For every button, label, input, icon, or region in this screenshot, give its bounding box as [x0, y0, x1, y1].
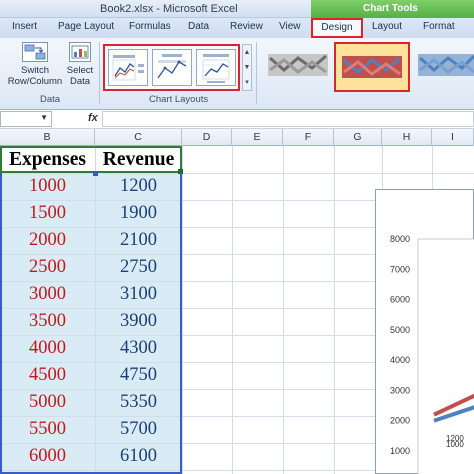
chart-style-3[interactable]: [414, 44, 474, 90]
group-separator: [99, 42, 100, 104]
data-label: 1000: [446, 440, 464, 449]
more-icon[interactable]: ▾: [243, 75, 251, 90]
scroll-down-icon[interactable]: ▼: [243, 60, 251, 75]
switch-label-1: Switch: [21, 65, 49, 76]
select-data-icon: [69, 42, 91, 62]
select-data-button[interactable]: Select Data: [64, 42, 96, 87]
column-header-i[interactable]: I: [432, 129, 474, 146]
y-tick-label: 2000: [390, 416, 410, 426]
gridline: [283, 146, 284, 474]
embedded-line-chart[interactable]: 8000 7000 6000 5000 4000 3000 2000 1000 1200 1000: [375, 189, 474, 474]
layouts-scroller[interactable]: ▲ ▼ ▾: [242, 44, 252, 91]
switch-row-column-icon: [22, 42, 48, 62]
tab-data[interactable]: Data: [188, 21, 209, 32]
tab-formulas[interactable]: Formulas: [129, 21, 171, 32]
y-tick-label: 3000: [390, 385, 410, 395]
title-bar: Book2.xlsx - Microsoft Excel Chart Tools: [0, 0, 474, 18]
ribbon: Switch Row/Column Select Data Data ▲ ▼ ▾…: [0, 38, 474, 110]
name-box[interactable]: ▼: [0, 111, 52, 127]
tab-insert[interactable]: Insert: [12, 21, 37, 32]
chart-tools-band: Chart Tools: [311, 0, 474, 18]
scroll-up-icon[interactable]: ▲: [243, 45, 251, 60]
header-selection-outline: [0, 146, 182, 173]
switch-row-column-button[interactable]: Switch Row/Column: [6, 42, 64, 87]
column-header-h[interactable]: H: [382, 129, 432, 146]
tab-design[interactable]: Design: [311, 18, 363, 38]
select-label-2: Data: [69, 76, 91, 87]
chart-layout-3[interactable]: [196, 49, 236, 86]
chart-canvas: 8000700060005000400030002000100012001000: [390, 234, 474, 474]
column-header-d[interactable]: D: [182, 129, 232, 146]
tab-format[interactable]: Format: [423, 21, 455, 32]
y-tick-label: 7000: [390, 264, 410, 274]
name-box-dropdown-icon[interactable]: ▼: [40, 113, 48, 122]
tab-page-layout[interactable]: Page Layout: [58, 21, 114, 32]
y-tick-label: 8000: [390, 234, 410, 244]
tab-view[interactable]: View: [279, 21, 301, 32]
y-tick-label: 6000: [390, 295, 410, 305]
gridline: [334, 146, 335, 474]
tab-layout[interactable]: Layout: [372, 21, 402, 32]
function-icon[interactable]: fx: [88, 112, 98, 124]
column-header-c[interactable]: C: [95, 129, 182, 146]
chart-layouts-group-label: Chart Layouts: [149, 94, 209, 105]
data-group-label: Data: [40, 94, 61, 105]
y-tick-label: 1000: [390, 446, 410, 456]
column-header-b[interactable]: B: [0, 129, 95, 146]
tab-review[interactable]: Review: [230, 21, 263, 32]
y-tick-label: 5000: [390, 325, 410, 335]
group-separator: [256, 42, 257, 104]
chart-layout-1[interactable]: [108, 49, 148, 86]
y-tick-label: 4000: [390, 355, 410, 365]
chart-layouts-gallery: [103, 44, 240, 91]
ribbon-tabs: Insert Page Layout Formulas Data Review …: [0, 18, 474, 38]
range-resize-handle[interactable]: [93, 171, 98, 176]
switch-label-2: Row/Column: [7, 76, 63, 87]
window-title: Book2.xlsx - Microsoft Excel: [100, 3, 238, 15]
select-label-1: Select: [66, 65, 94, 76]
chart-layout-2[interactable]: [152, 49, 192, 86]
gridline: [182, 146, 183, 474]
formula-bar: ▼ fx: [0, 110, 474, 129]
column-header-e[interactable]: E: [232, 129, 283, 146]
chart-tools-label: Chart Tools: [363, 3, 418, 14]
gridline: [232, 146, 233, 474]
column-headers: B C D E F G H I: [0, 129, 474, 146]
column-header-g[interactable]: G: [334, 129, 382, 146]
chart-style-2-selected[interactable]: [334, 42, 410, 92]
chart-style-1[interactable]: [264, 44, 332, 90]
chart-source-range-outline: [0, 173, 182, 474]
column-header-f[interactable]: F: [283, 129, 334, 146]
formula-input[interactable]: [102, 111, 474, 127]
